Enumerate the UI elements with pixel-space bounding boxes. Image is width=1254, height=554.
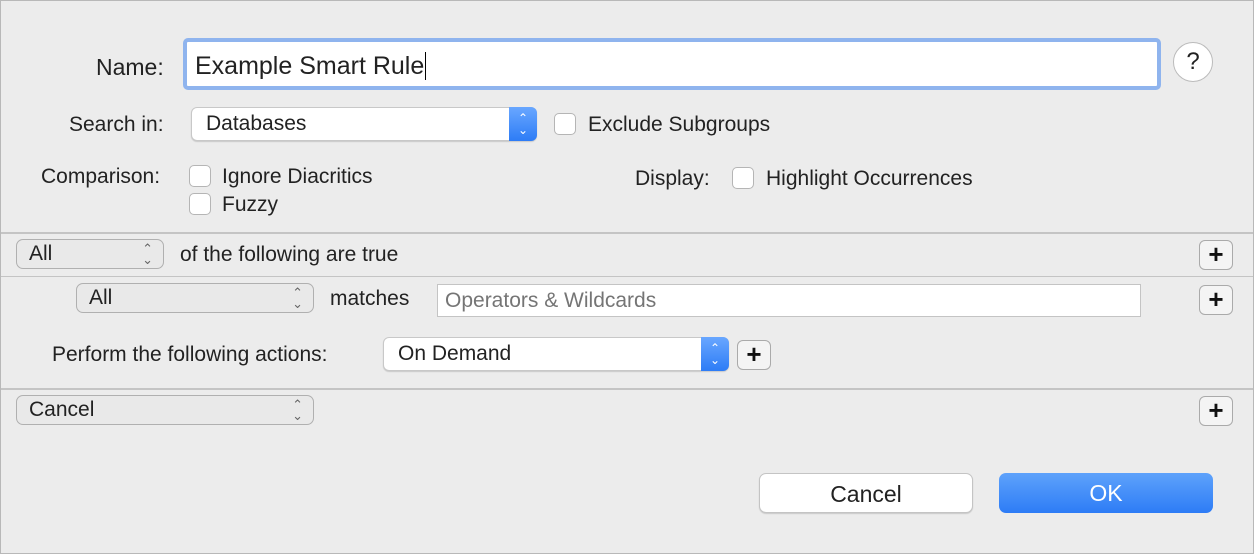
search-in-popup[interactable]: Databases ⌃ ⌄ xyxy=(191,107,537,141)
exclude-subgroups-label: Exclude Subgroups xyxy=(588,113,771,136)
name-value: Example Smart Rule xyxy=(195,52,425,80)
action-value: Cancel xyxy=(29,398,95,421)
criterion-popup[interactable]: All ⌃ ⌄ xyxy=(76,283,314,313)
fuzzy-label: Fuzzy xyxy=(222,193,279,216)
stepper-arrows-icon: ⌃ ⌄ xyxy=(509,107,537,141)
name-field[interactable]: Example Smart Rule xyxy=(183,38,1161,90)
conditions-text: of the following are true xyxy=(180,243,399,266)
plus-icon: + xyxy=(1208,395,1224,425)
quantifier-popup[interactable]: All ⌃ ⌄ xyxy=(16,239,164,269)
divider xyxy=(1,276,1253,277)
plus-icon: + xyxy=(1208,284,1224,314)
comparison-label: Comparison: xyxy=(41,165,161,188)
ignore-diacritics-label: Ignore Diacritics xyxy=(222,165,373,188)
fuzzy-checkbox[interactable] xyxy=(189,193,211,215)
divider xyxy=(1,388,1253,390)
help-icon: ? xyxy=(1186,48,1200,75)
name-label: Name: xyxy=(96,54,164,80)
cancel-button[interactable]: Cancel xyxy=(759,473,973,513)
plus-icon: + xyxy=(746,339,762,369)
help-button[interactable]: ? xyxy=(1173,42,1213,82)
chevron-updown-icon: ⌃ ⌄ xyxy=(292,285,303,311)
ignore-diacritics-checkbox[interactable] xyxy=(189,165,211,187)
add-action-button[interactable]: + xyxy=(1199,396,1233,426)
text-cursor xyxy=(425,52,427,80)
action-popup[interactable]: Cancel ⌃ ⌄ xyxy=(16,395,314,425)
stepper-arrows-icon: ⌃ ⌄ xyxy=(701,337,729,371)
operator-label: matches xyxy=(330,287,410,310)
search-in-value: Databases xyxy=(206,112,307,135)
condition-value-input[interactable] xyxy=(437,284,1141,317)
chevron-updown-icon: ⌃ ⌄ xyxy=(142,241,153,267)
exclude-subgroups-checkbox[interactable] xyxy=(554,113,576,135)
add-trigger-button[interactable]: + xyxy=(737,340,771,370)
ok-button[interactable]: OK xyxy=(999,473,1213,513)
add-subcondition-button[interactable]: + xyxy=(1199,285,1233,315)
highlight-occurrences-label: Highlight Occurrences xyxy=(766,167,973,190)
plus-icon: + xyxy=(1208,239,1224,269)
add-condition-button[interactable]: + xyxy=(1199,240,1233,270)
chevron-updown-icon: ⌃ ⌄ xyxy=(292,397,303,423)
search-in-label: Search in: xyxy=(69,113,164,136)
highlight-occurrences-checkbox[interactable] xyxy=(732,167,754,189)
trigger-value: On Demand xyxy=(398,342,512,365)
divider xyxy=(1,232,1253,234)
criterion-value: All xyxy=(89,286,113,309)
display-label: Display: xyxy=(635,167,710,190)
trigger-popup[interactable]: On Demand ⌃ ⌄ xyxy=(383,337,729,371)
actions-label: Perform the following actions: xyxy=(52,343,328,366)
quantifier-value: All xyxy=(29,242,53,265)
